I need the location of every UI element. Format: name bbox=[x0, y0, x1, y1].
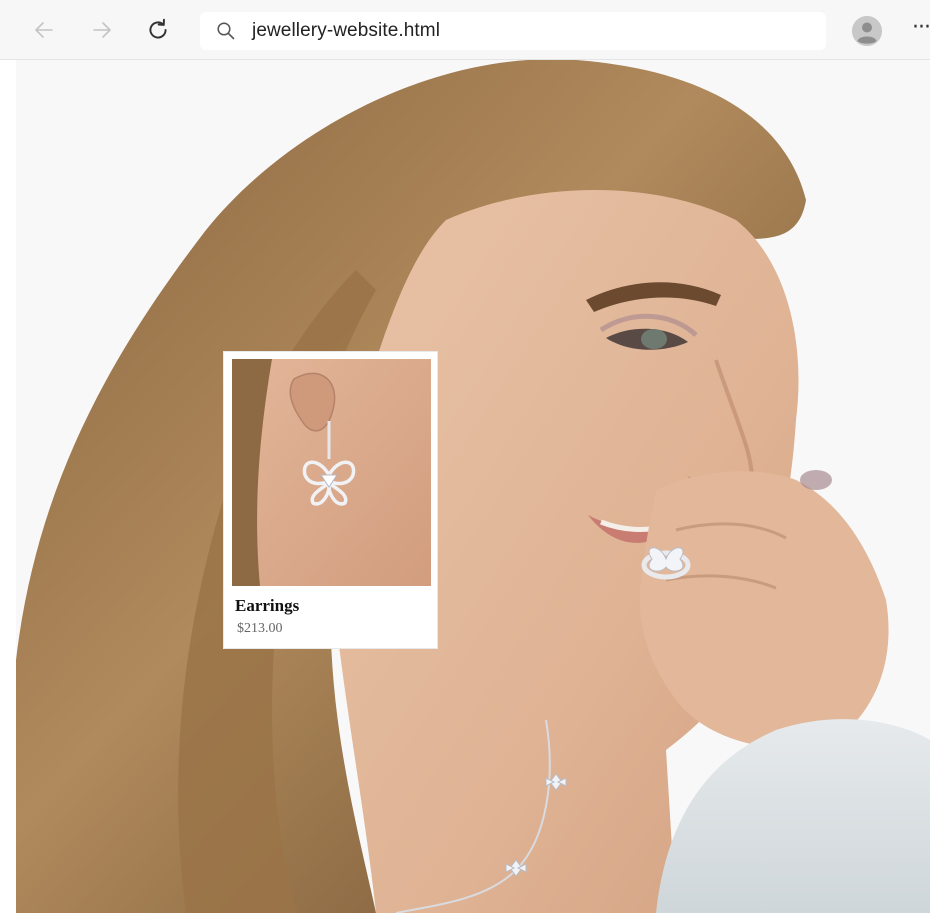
woman-wearing-butterfly-jewellery-photo bbox=[16, 60, 930, 913]
product-price: $213.00 bbox=[237, 621, 283, 636]
search-icon bbox=[216, 20, 238, 42]
reload-button[interactable] bbox=[142, 14, 174, 46]
browser-toolbar: jewellery-website.html ··· bbox=[0, 0, 930, 60]
more-menu-button[interactable]: ··· bbox=[912, 17, 930, 42]
product-image[interactable] bbox=[232, 359, 431, 586]
forward-button[interactable] bbox=[86, 14, 118, 46]
hero-photo bbox=[16, 60, 930, 913]
product-title: Earrings bbox=[235, 596, 300, 615]
arrow-right-icon bbox=[93, 22, 111, 38]
reload-icon bbox=[149, 18, 167, 39]
address-url[interactable]: jewellery-website.html bbox=[252, 20, 440, 42]
back-button[interactable] bbox=[28, 14, 60, 46]
butterfly-earring-photo bbox=[232, 359, 431, 586]
arrow-left-icon bbox=[35, 22, 53, 38]
profile-button[interactable] bbox=[852, 16, 882, 46]
address-bar[interactable]: jewellery-website.html bbox=[200, 12, 826, 50]
product-card[interactable]: Earrings $213.00 bbox=[223, 351, 438, 649]
profile-avatar-icon bbox=[852, 16, 882, 46]
